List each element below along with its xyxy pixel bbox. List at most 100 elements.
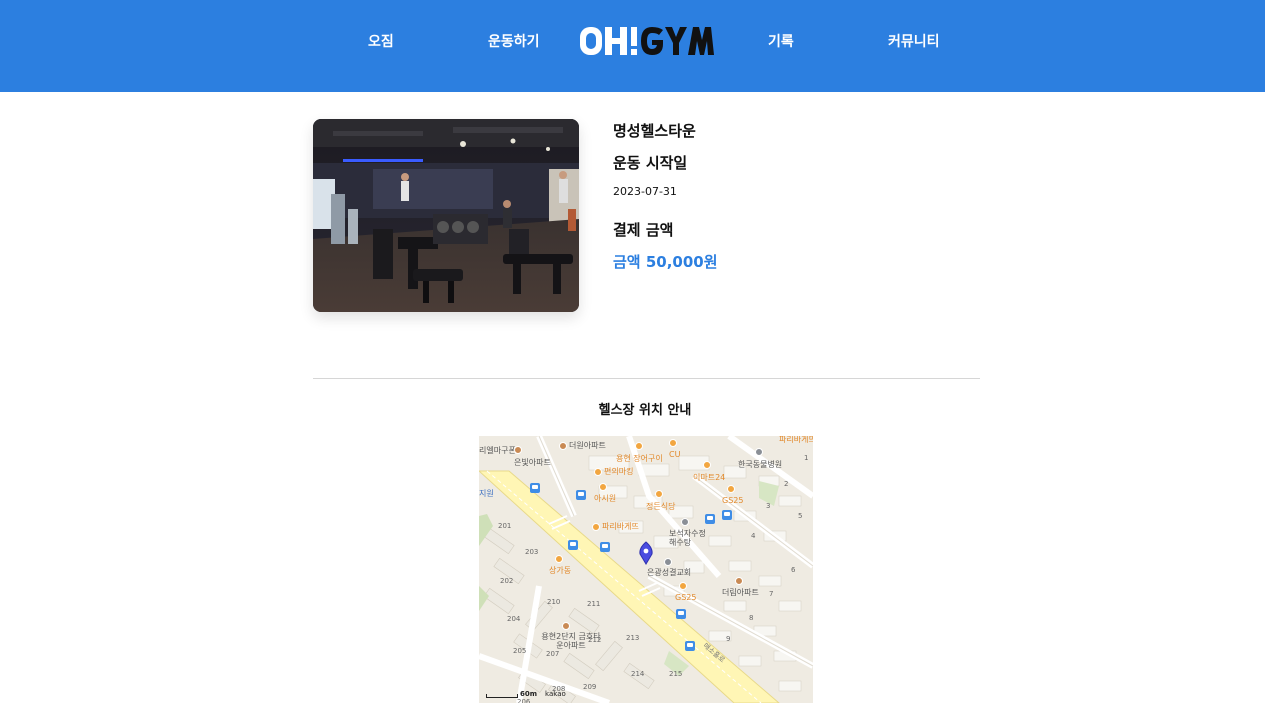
bus-stop-icon[interactable] bbox=[722, 510, 732, 520]
map-poi[interactable] bbox=[562, 622, 570, 630]
map-poi-label: 상가동 bbox=[549, 566, 572, 575]
poi-marker-icon bbox=[592, 522, 600, 531]
map-poi[interactable] bbox=[681, 518, 689, 526]
block-number: 2 bbox=[784, 480, 789, 488]
block-number: 210 bbox=[547, 598, 561, 606]
map-poi-label: 용현 장어구이 bbox=[616, 454, 663, 463]
start-date-value: 2023-07-31 bbox=[613, 185, 677, 198]
map-poi[interactable]: 편의마킹 bbox=[594, 466, 633, 477]
map-poi-label: 보석자수정 해수탕 bbox=[669, 529, 706, 547]
map-poi[interactable]: 더림아파트 bbox=[722, 587, 759, 598]
map-poi-label: GS25 bbox=[722, 496, 744, 505]
map-poi[interactable] bbox=[664, 558, 672, 566]
map-poi[interactable]: 파리바게뜨 bbox=[592, 521, 639, 532]
poi-marker-icon bbox=[635, 442, 643, 450]
block-number: 215 bbox=[669, 670, 683, 678]
bus-stop-icon[interactable] bbox=[705, 514, 715, 524]
block-number: 212 bbox=[588, 636, 602, 644]
ohgym-logo-mark bbox=[580, 27, 714, 55]
poi-marker-icon bbox=[594, 467, 602, 476]
nav-exercise[interactable]: 운동하기 bbox=[488, 31, 540, 51]
poi-marker-icon bbox=[664, 558, 672, 566]
map-poi[interactable] bbox=[599, 483, 607, 491]
map-poi[interactable]: 은빛아파트 bbox=[514, 457, 551, 468]
map-poi[interactable]: 더원아파트 bbox=[559, 440, 606, 451]
map-poi[interactable]: 보석자수정 해수탕 bbox=[669, 529, 709, 547]
map-poi-label: 더림아파트 bbox=[722, 588, 759, 597]
block-number: 4 bbox=[751, 532, 756, 540]
map-poi-label: 한국동물병원 bbox=[738, 460, 783, 469]
map-poi-label: 이마트24 bbox=[693, 473, 726, 482]
poi-marker-icon bbox=[559, 441, 567, 450]
poi-marker-icon bbox=[727, 485, 735, 493]
section-divider bbox=[313, 378, 980, 379]
block-number: 203 bbox=[525, 548, 539, 556]
location-map[interactable]: 리엘마구폰 은빛아파트 더원아파트 용현 장어구이 CU 파리바게뜨 한국동물병… bbox=[479, 436, 813, 703]
map-poi[interactable] bbox=[655, 490, 663, 498]
map-poi-label: 아시원 bbox=[594, 494, 617, 503]
map-poi[interactable]: 이마트24 bbox=[693, 472, 725, 483]
block-number: 201 bbox=[498, 522, 512, 530]
block-number: 205 bbox=[513, 647, 527, 655]
gym-photo bbox=[313, 119, 579, 312]
map-poi[interactable]: GS25 bbox=[675, 593, 696, 602]
map-poi[interactable] bbox=[635, 442, 643, 450]
nav-ojim[interactable]: 오짐 bbox=[368, 31, 394, 51]
map-poi[interactable] bbox=[727, 485, 735, 493]
map-poi[interactable] bbox=[555, 555, 563, 563]
map-poi[interactable]: 지원 bbox=[479, 488, 494, 499]
nav-record[interactable]: 기록 bbox=[768, 31, 794, 51]
map-poi[interactable]: CU bbox=[669, 450, 680, 459]
bus-stop-icon[interactable] bbox=[530, 483, 540, 493]
map-poi[interactable] bbox=[703, 461, 711, 469]
map-poi-label: 더원아파트 bbox=[569, 441, 606, 450]
poi-marker-icon bbox=[735, 577, 743, 585]
block-number: 202 bbox=[500, 577, 514, 585]
map-poi[interactable] bbox=[669, 439, 677, 447]
poi-marker-icon bbox=[555, 555, 563, 563]
map-poi-label: 편의마킹 bbox=[604, 467, 634, 476]
map-poi[interactable]: GS25 bbox=[722, 496, 743, 505]
payment-label: 결제 금액 bbox=[613, 221, 674, 239]
map-poi[interactable]: 리엘마구폰 bbox=[479, 445, 516, 456]
poi-marker-icon bbox=[514, 446, 522, 454]
map-poi-label: 리엘마구폰 bbox=[479, 446, 516, 455]
map-poi[interactable] bbox=[755, 448, 763, 456]
ohgym-logo[interactable] bbox=[579, 22, 715, 60]
map-poi[interactable]: 한국동물병원 bbox=[738, 459, 782, 470]
map-poi[interactable]: 파리바게뜨 bbox=[779, 436, 813, 445]
block-number: 6 bbox=[791, 566, 796, 574]
poi-marker-icon bbox=[655, 490, 663, 498]
location-title: 헬스장 위치 안내 bbox=[598, 403, 692, 418]
top-nav-bar: 오짐 운동하기 기록 커뮤니티 bbox=[0, 0, 1265, 92]
map-scale: 60m kakao bbox=[486, 690, 566, 698]
map-poi[interactable]: 상가동 bbox=[549, 565, 571, 576]
map-poi[interactable] bbox=[735, 577, 743, 585]
block-number: 3 bbox=[766, 502, 771, 510]
map-poi[interactable]: 은광성결교회 bbox=[647, 567, 691, 578]
bus-stop-icon[interactable] bbox=[600, 542, 610, 552]
block-number: 5 bbox=[798, 512, 803, 520]
block-number: 209 bbox=[583, 683, 597, 691]
bus-stop-icon[interactable] bbox=[685, 641, 695, 651]
map-poi[interactable]: 용현 장어구이 bbox=[616, 453, 663, 464]
block-number: 207 bbox=[546, 650, 560, 658]
block-number: 7 bbox=[769, 590, 774, 598]
poi-marker-icon bbox=[681, 518, 689, 526]
nav-community[interactable]: 커뮤니티 bbox=[888, 31, 940, 51]
map-poi[interactable]: 아시원 bbox=[594, 493, 616, 504]
poi-marker-icon bbox=[703, 461, 711, 469]
block-number: 1 bbox=[804, 454, 809, 462]
map-poi-label: 파리바게뜨 bbox=[602, 522, 639, 531]
map-poi-label: GS25 bbox=[675, 593, 697, 602]
bus-stop-icon[interactable] bbox=[676, 609, 686, 619]
map-poi[interactable] bbox=[679, 582, 687, 590]
map-poi-label: 지원 bbox=[479, 489, 494, 498]
map-poi-label: 파리바게뜨 bbox=[779, 436, 813, 444]
bus-stop-icon[interactable] bbox=[568, 540, 578, 550]
map-poi[interactable]: 정든식당 bbox=[646, 501, 675, 512]
bus-stop-icon[interactable] bbox=[576, 490, 586, 500]
map-poi-label: 은광성결교회 bbox=[647, 568, 692, 577]
map-poi-label: 은빛아파트 bbox=[514, 458, 551, 467]
map-poi[interactable] bbox=[514, 446, 522, 454]
